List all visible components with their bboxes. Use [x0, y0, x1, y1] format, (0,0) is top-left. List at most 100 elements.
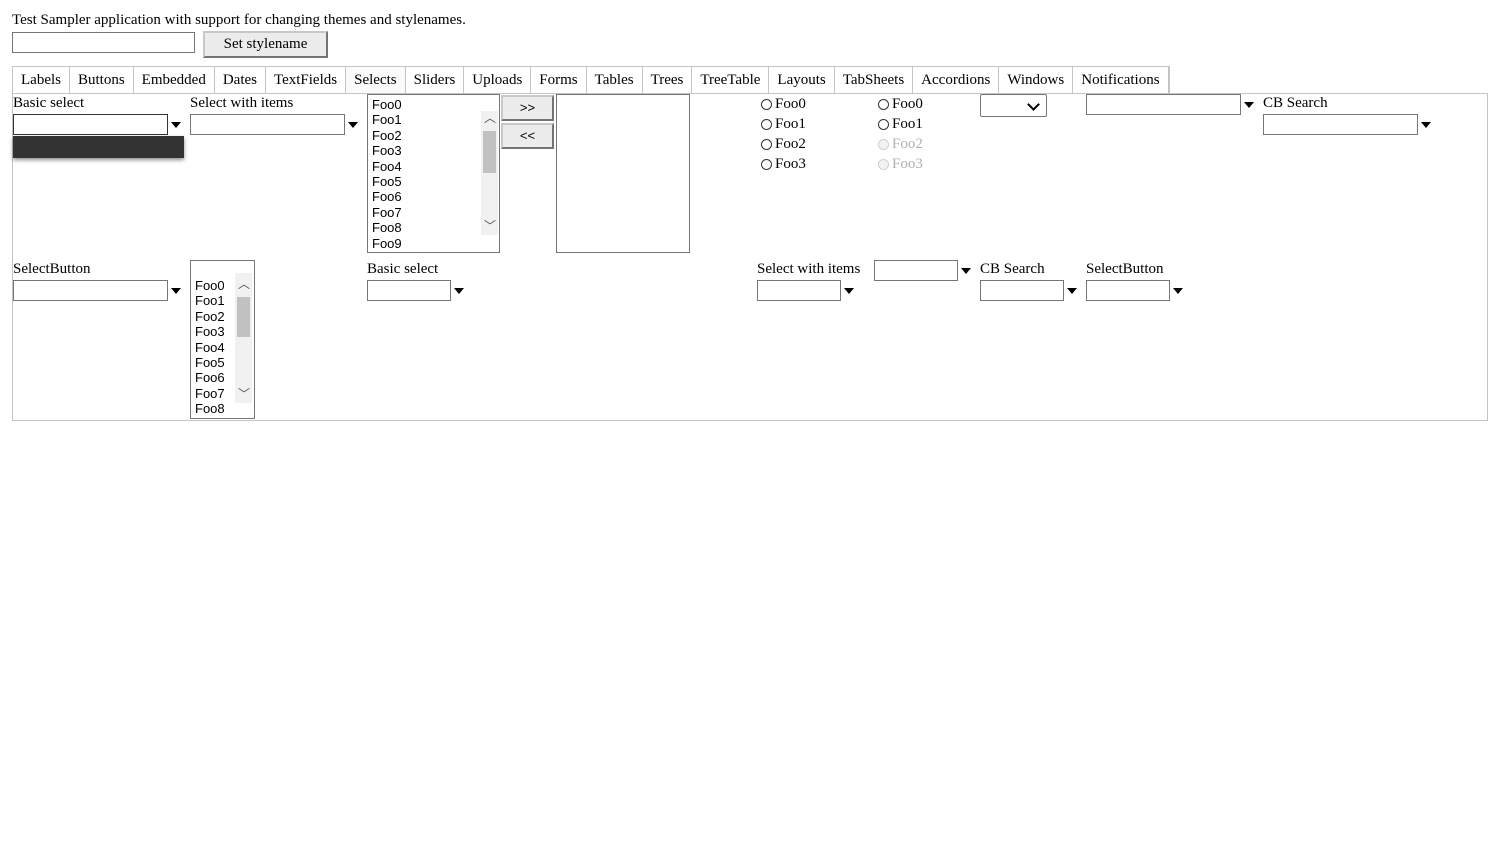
- tab-treetable[interactable]: TreeTable: [692, 67, 770, 94]
- tab-trees[interactable]: Trees: [643, 67, 693, 94]
- dropdown-arrow-icon[interactable]: [348, 122, 358, 128]
- cb-search-combobox[interactable]: [1263, 114, 1435, 135]
- list-item[interactable]: Foo7: [368, 205, 499, 220]
- basic-select-combobox[interactable]: [13, 114, 185, 135]
- listbox-select[interactable]: Foo0 Foo1 Foo2 Foo3 Foo4 Foo5 Foo6 Foo7 …: [190, 260, 255, 419]
- dropdown-arrow-icon[interactable]: [454, 288, 464, 294]
- scrollbar-thumb[interactable]: [237, 297, 250, 337]
- dropdown-arrow-icon[interactable]: [1244, 102, 1254, 108]
- tab-tabsheets[interactable]: TabSheets: [835, 67, 914, 94]
- dropdown-arrow-icon[interactable]: [1173, 288, 1183, 294]
- radio-circle-icon: [878, 158, 889, 170]
- selectbutton-combobox[interactable]: [13, 280, 185, 301]
- add-selected-button[interactable]: >>: [501, 95, 554, 121]
- scroll-up-icon[interactable]: ︿: [238, 278, 250, 290]
- list-item[interactable]: Foo9: [368, 236, 499, 251]
- tab-tables[interactable]: Tables: [587, 67, 643, 94]
- select-with-items-field[interactable]: [190, 114, 345, 135]
- list-item[interactable]: Foo5: [368, 174, 499, 189]
- tab-layouts[interactable]: Layouts: [769, 67, 835, 94]
- selectbutton-field-small[interactable]: [1086, 280, 1170, 301]
- radio-circle-icon[interactable]: [878, 98, 889, 110]
- select-with-items-caption: Select with items: [190, 95, 294, 111]
- radio-option-disabled: Foo3: [878, 154, 923, 174]
- selectbutton-combobox-small[interactable]: [1086, 280, 1186, 301]
- tab-embedded[interactable]: Embedded: [134, 67, 215, 94]
- list-item[interactable]: Foo0: [368, 97, 499, 112]
- scroll-down-icon[interactable]: ﹀: [484, 220, 496, 232]
- radio-circle-icon[interactable]: [761, 98, 772, 110]
- radio-option[interactable]: Foo0: [878, 94, 923, 114]
- native-select[interactable]: [980, 94, 1047, 117]
- basic-select-popup[interactable]: [13, 136, 184, 158]
- inline-combobox-field[interactable]: [874, 260, 958, 281]
- tab-notifications[interactable]: Notifications: [1073, 67, 1169, 94]
- cb-search-caption: CB Search: [1263, 95, 1328, 111]
- scrollbar-thumb[interactable]: [483, 131, 496, 173]
- tab-textfields[interactable]: TextFields: [266, 67, 347, 94]
- cb-search-field[interactable]: [1263, 114, 1418, 135]
- twincol-options-list[interactable]: Foo0 Foo1 Foo2 Foo3 Foo4 Foo5 Foo6 Foo7 …: [367, 94, 500, 253]
- radio-option-disabled: Foo2: [878, 134, 923, 154]
- list-item[interactable]: Foo4: [368, 159, 499, 174]
- tab-buttons[interactable]: Buttons: [70, 67, 134, 94]
- select-with-items-caption-2: Select with items: [757, 261, 861, 277]
- radio-option[interactable]: Foo1: [878, 114, 923, 134]
- set-stylename-button[interactable]: Set stylename: [203, 31, 328, 58]
- scroll-up-icon[interactable]: ︿: [484, 112, 496, 124]
- tab-windows[interactable]: Windows: [999, 67, 1074, 94]
- select-with-items-combobox-small[interactable]: [757, 280, 857, 301]
- scroll-down-icon[interactable]: ﹀: [238, 388, 250, 400]
- radio-option[interactable]: Foo3: [761, 154, 806, 174]
- cb-search-caption-2: CB Search: [980, 261, 1045, 277]
- dropdown-arrow-icon[interactable]: [171, 288, 181, 294]
- radio-circle-icon[interactable]: [761, 118, 772, 130]
- basic-select-caption-2: Basic select: [367, 261, 439, 277]
- dropdown-arrow-icon[interactable]: [961, 268, 971, 274]
- radio-option[interactable]: Foo2: [761, 134, 806, 154]
- basic-select-combobox-small[interactable]: [367, 280, 467, 301]
- basic-select-caption: Basic select: [13, 95, 85, 111]
- select-with-items-field-small[interactable]: [757, 280, 841, 301]
- list-item[interactable]: Foo3: [368, 143, 499, 158]
- list-item[interactable]: Foo8: [191, 401, 254, 416]
- radio-circle-icon[interactable]: [878, 118, 889, 130]
- tab-labels[interactable]: Labels: [13, 67, 70, 94]
- inline-combobox-small[interactable]: [874, 260, 974, 281]
- selectbutton-caption: SelectButton: [13, 261, 91, 277]
- list-item[interactable]: Foo2: [368, 128, 499, 143]
- select-with-items-combobox[interactable]: [190, 114, 362, 135]
- remove-selected-button[interactable]: <<: [501, 123, 554, 149]
- uncaptioned-combobox-field[interactable]: [1086, 94, 1241, 115]
- radio-option[interactable]: Foo1: [761, 114, 806, 134]
- list-item[interactable]: Foo1: [368, 112, 499, 127]
- radio-circle-icon[interactable]: [761, 138, 772, 150]
- selectbutton-caption-2: SelectButton: [1086, 261, 1164, 277]
- app-description: Test Sampler application with support fo…: [12, 12, 466, 28]
- chevron-down-icon[interactable]: [1027, 98, 1040, 111]
- twincol-selected-list[interactable]: [556, 94, 690, 253]
- stylename-input[interactable]: [12, 32, 195, 53]
- tab-uploads[interactable]: Uploads: [464, 67, 532, 94]
- tab-accordions[interactable]: Accordions: [913, 67, 1000, 94]
- tab-sliders[interactable]: Sliders: [406, 67, 465, 94]
- list-item[interactable]: Foo8: [368, 220, 499, 235]
- dropdown-arrow-icon[interactable]: [171, 122, 181, 128]
- tab-forms[interactable]: Forms: [531, 67, 587, 94]
- twincol-scrollbar[interactable]: ︿ ﹀: [481, 111, 498, 235]
- radio-circle-icon[interactable]: [761, 158, 772, 170]
- radio-option[interactable]: Foo0: [761, 94, 806, 114]
- basic-select-field-small[interactable]: [367, 280, 451, 301]
- cb-search-field-small[interactable]: [980, 280, 1064, 301]
- tab-dates[interactable]: Dates: [215, 67, 266, 94]
- listbox-scrollbar[interactable]: ︿ ﹀: [235, 273, 252, 403]
- dropdown-arrow-icon[interactable]: [1421, 122, 1431, 128]
- selectbutton-field[interactable]: [13, 280, 168, 301]
- cb-search-combobox-small[interactable]: [980, 280, 1080, 301]
- list-item[interactable]: Foo6: [368, 189, 499, 204]
- dropdown-arrow-icon[interactable]: [1067, 288, 1077, 294]
- dropdown-arrow-icon[interactable]: [844, 288, 854, 294]
- tab-selects[interactable]: Selects: [346, 67, 406, 94]
- uncaptioned-combobox[interactable]: [1086, 94, 1258, 115]
- basic-select-field[interactable]: [13, 114, 168, 135]
